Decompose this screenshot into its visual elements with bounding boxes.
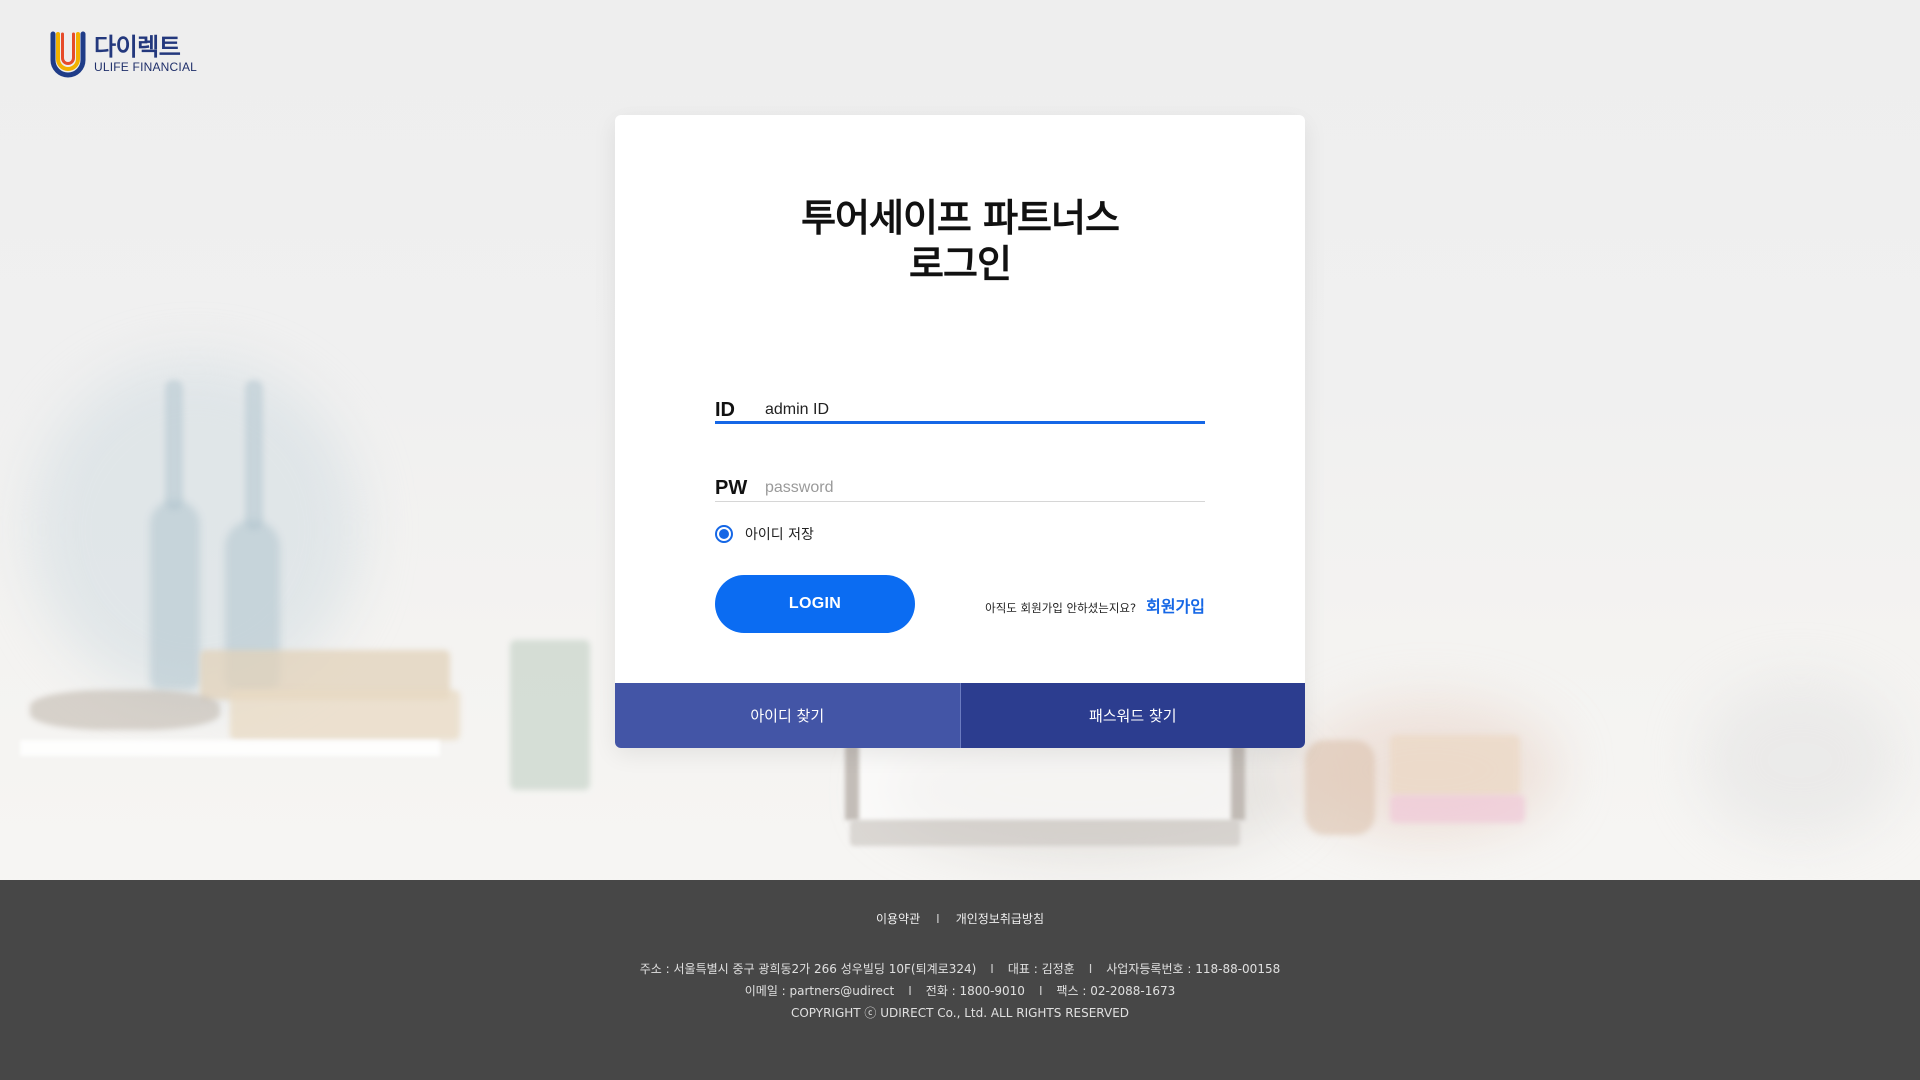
remember-label: 아이디 저장: [745, 527, 814, 543]
remember-id-option[interactable]: 아이디 저장: [715, 524, 814, 544]
pw-label: PW: [715, 476, 748, 499]
logo-brand-english: ULIFE FINANCIAL: [94, 60, 198, 74]
privacy-policy-link[interactable]: 개인정보취급방침: [956, 910, 1044, 927]
logo-brand-korean: 다이렉트: [94, 33, 181, 61]
logo-text: 다이렉트 ULIFE FINANCIAL: [94, 34, 197, 74]
company-address: 주소 : 서울특별시 중구 광희동2가 266 성우빌딩 10F(퇴계로324): [639, 962, 977, 976]
footer-separator: I: [1088, 962, 1093, 976]
remember-radio[interactable]: [715, 525, 733, 543]
title-line-2: 로그인: [909, 242, 1012, 286]
login-button[interactable]: LOGIN: [715, 575, 915, 633]
company-info: 주소 : 서울특별시 중구 광희동2가 266 성우빌딩 10F(퇴계로324)…: [0, 958, 1920, 1024]
copyright-text: COPYRIGHT ⓒ UDIRECT Co., Ltd. ALL RIGHTS…: [790, 1006, 1130, 1020]
footer-separator: I: [1038, 984, 1043, 998]
account-recovery-tabs: 아이디 찾기 패스워드 찾기: [615, 683, 1305, 748]
company-ceo: 대표 : 김정훈: [1007, 962, 1075, 976]
id-input[interactable]: [765, 401, 1185, 419]
title-line-1: 투어세이프 파트너스: [801, 196, 1120, 240]
brand-logo[interactable]: 다이렉트 ULIFE FINANCIAL: [50, 30, 197, 78]
footer-separator: I: [908, 984, 912, 998]
terms-link[interactable]: 이용약관: [876, 910, 920, 927]
pw-underline: [715, 501, 1205, 502]
u-logo-icon: [50, 31, 86, 78]
id-underline: [715, 421, 1205, 424]
signup-prompt: 아직도 회원가입 안하셨는지요? 회원가입: [985, 593, 1205, 617]
id-label: ID: [715, 398, 735, 421]
company-info-row-1: 주소 : 서울특별시 중구 광희동2가 266 성우빌딩 10F(퇴계로324)…: [0, 958, 1920, 980]
find-id-button[interactable]: 아이디 찾기: [615, 683, 961, 748]
company-phone: 전화 : 1800-9010: [925, 984, 1025, 998]
site-footer: 이용약관 I 개인정보취급방침 주소 : 서울특별시 중구 광희동2가 266 …: [0, 880, 1920, 1080]
page-title: 투어세이프 파트너스 로그인: [615, 195, 1305, 287]
company-info-row-3: COPYRIGHT ⓒ UDIRECT Co., Ltd. ALL RIGHTS…: [0, 1002, 1920, 1024]
company-email: 이메일 : partners@udirect: [744, 984, 895, 998]
login-card: 투어세이프 파트너스 로그인 ID PW 아이디 저장 LOGIN 아직도 회원…: [615, 115, 1305, 748]
signup-link[interactable]: 회원가입: [1146, 593, 1205, 617]
find-password-button[interactable]: 패스워드 찾기: [960, 683, 1305, 748]
footer-links: 이용약관 I 개인정보취급방침: [0, 910, 1920, 927]
company-info-row-2: 이메일 : partners@udirect I 전화 : 1800-9010 …: [0, 980, 1920, 1002]
password-input[interactable]: [765, 479, 1185, 497]
footer-separator: I: [990, 962, 994, 976]
footer-separator: I: [936, 911, 940, 926]
signup-question: 아직도 회원가입 안하셨는지요?: [985, 601, 1137, 615]
business-number: 사업자등록번호 : 118-88-00158: [1106, 962, 1281, 976]
company-fax: 팩스 : 02-2088-1673: [1056, 984, 1176, 998]
